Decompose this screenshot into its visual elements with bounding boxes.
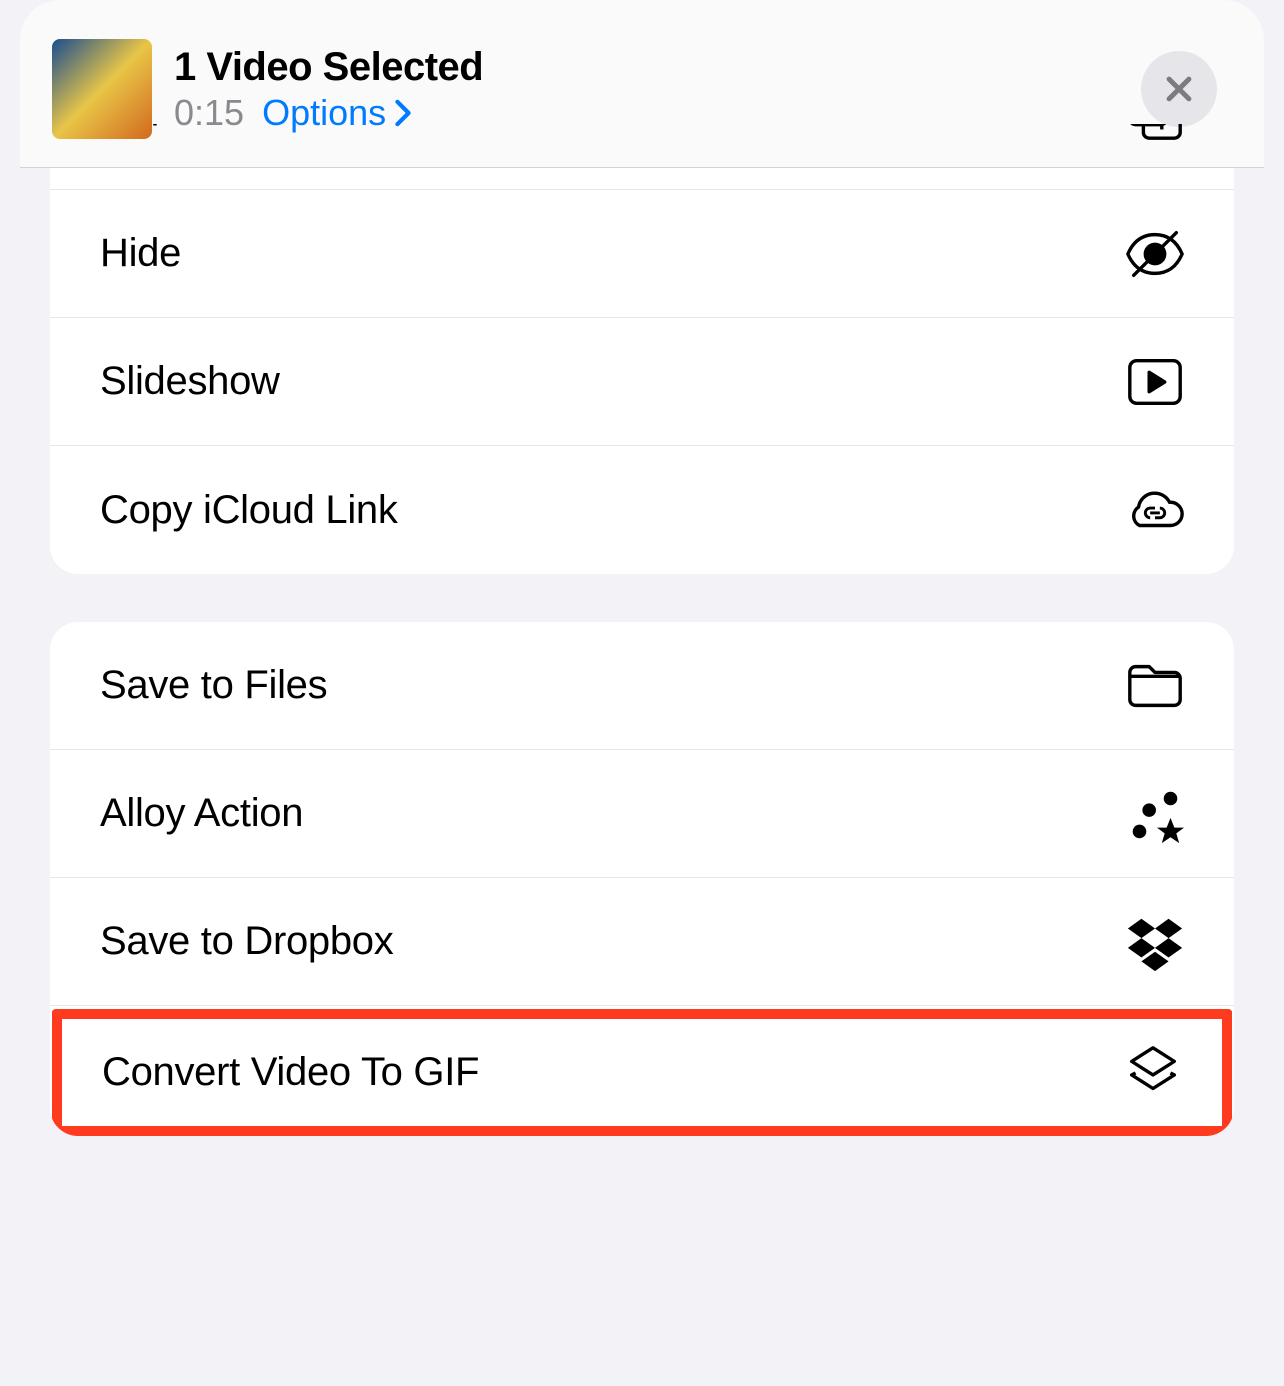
save-to-dropbox-row[interactable]: Save to Dropbox (50, 878, 1234, 1006)
close-button[interactable] (1141, 51, 1217, 127)
actions-group-1: Duplicate Hide (50, 124, 1234, 574)
convert-video-to-gif-label: Convert Video To GIF (102, 1050, 479, 1095)
copy-icloud-link-row[interactable]: Copy iCloud Link (50, 446, 1234, 574)
save-to-files-row[interactable]: Save to Files (50, 622, 1234, 750)
hide-icon (1124, 223, 1186, 285)
copy-icloud-link-label: Copy iCloud Link (100, 488, 398, 533)
icloud-link-icon (1124, 479, 1186, 541)
save-to-files-label: Save to Files (100, 663, 327, 708)
chevron-right-icon (392, 99, 414, 127)
share-sheet: 1 Video Selected 0:15 Options Duplicate (20, 0, 1264, 1386)
actions-content: Duplicate Hide (20, 124, 1264, 1136)
slideshow-label: Slideshow (100, 359, 280, 404)
header-text: 1 Video Selected 0:15 Options (174, 45, 1141, 134)
hide-label: Hide (100, 231, 181, 276)
duplicate-row[interactable]: Duplicate (50, 124, 1234, 190)
save-to-dropbox-label: Save to Dropbox (100, 919, 393, 964)
play-rectangle-icon (1124, 351, 1186, 413)
alloy-action-label: Alloy Action (100, 791, 303, 836)
slideshow-row[interactable]: Slideshow (50, 318, 1234, 446)
close-icon (1162, 72, 1196, 106)
alloy-action-row[interactable]: Alloy Action (50, 750, 1234, 878)
hide-row[interactable]: Hide (50, 190, 1234, 318)
duplicate-icon (1124, 124, 1186, 144)
shortcuts-icon (1122, 1042, 1184, 1104)
actions-group-2: Save to Files Alloy Action (50, 622, 1234, 1136)
folder-icon (1124, 655, 1186, 717)
selection-title: 1 Video Selected (174, 45, 1141, 90)
dropbox-icon (1124, 911, 1186, 973)
convert-video-to-gif-row[interactable]: Convert Video To GIF (52, 1008, 1232, 1136)
alloy-icon (1124, 783, 1186, 845)
duplicate-label: Duplicate (100, 124, 264, 127)
